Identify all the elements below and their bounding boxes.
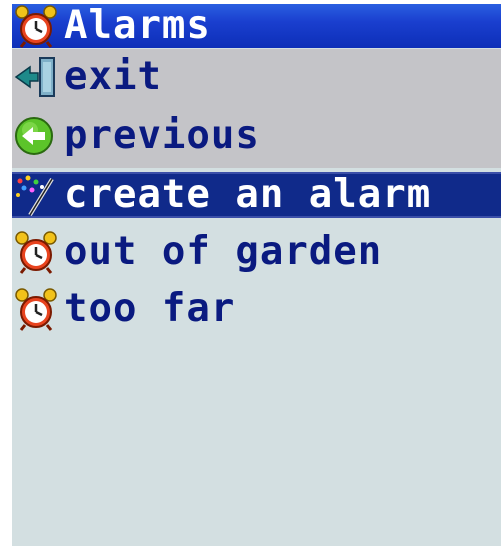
menu-item-previous[interactable]: previous — [12, 104, 501, 168]
menu-item-label: create an alarm — [64, 172, 432, 217]
alarm-clock-icon — [15, 5, 57, 48]
alarm-label: out of garden — [64, 229, 383, 274]
title-bar: Alarms — [12, 4, 501, 48]
alarm-clock-icon — [15, 288, 57, 331]
alarms-screen: Alarms exit previous create an alarm out… — [12, 4, 501, 546]
menu-item-label: previous — [64, 113, 260, 158]
alarm-clock-icon — [15, 231, 57, 274]
list-item-alarm[interactable]: too far — [12, 287, 501, 331]
menu-item-create-alarm[interactable]: create an alarm — [12, 172, 501, 218]
menu-item-label: exit — [64, 53, 162, 99]
magic-wand-icon — [16, 175, 54, 217]
alarm-label: too far — [64, 286, 236, 331]
page-title: Alarms — [64, 4, 211, 48]
list-item-alarm[interactable]: out of garden — [12, 230, 501, 274]
exit-door-icon — [14, 56, 55, 97]
menu-item-exit[interactable]: exit — [12, 49, 501, 104]
back-arrow-icon — [15, 117, 53, 155]
